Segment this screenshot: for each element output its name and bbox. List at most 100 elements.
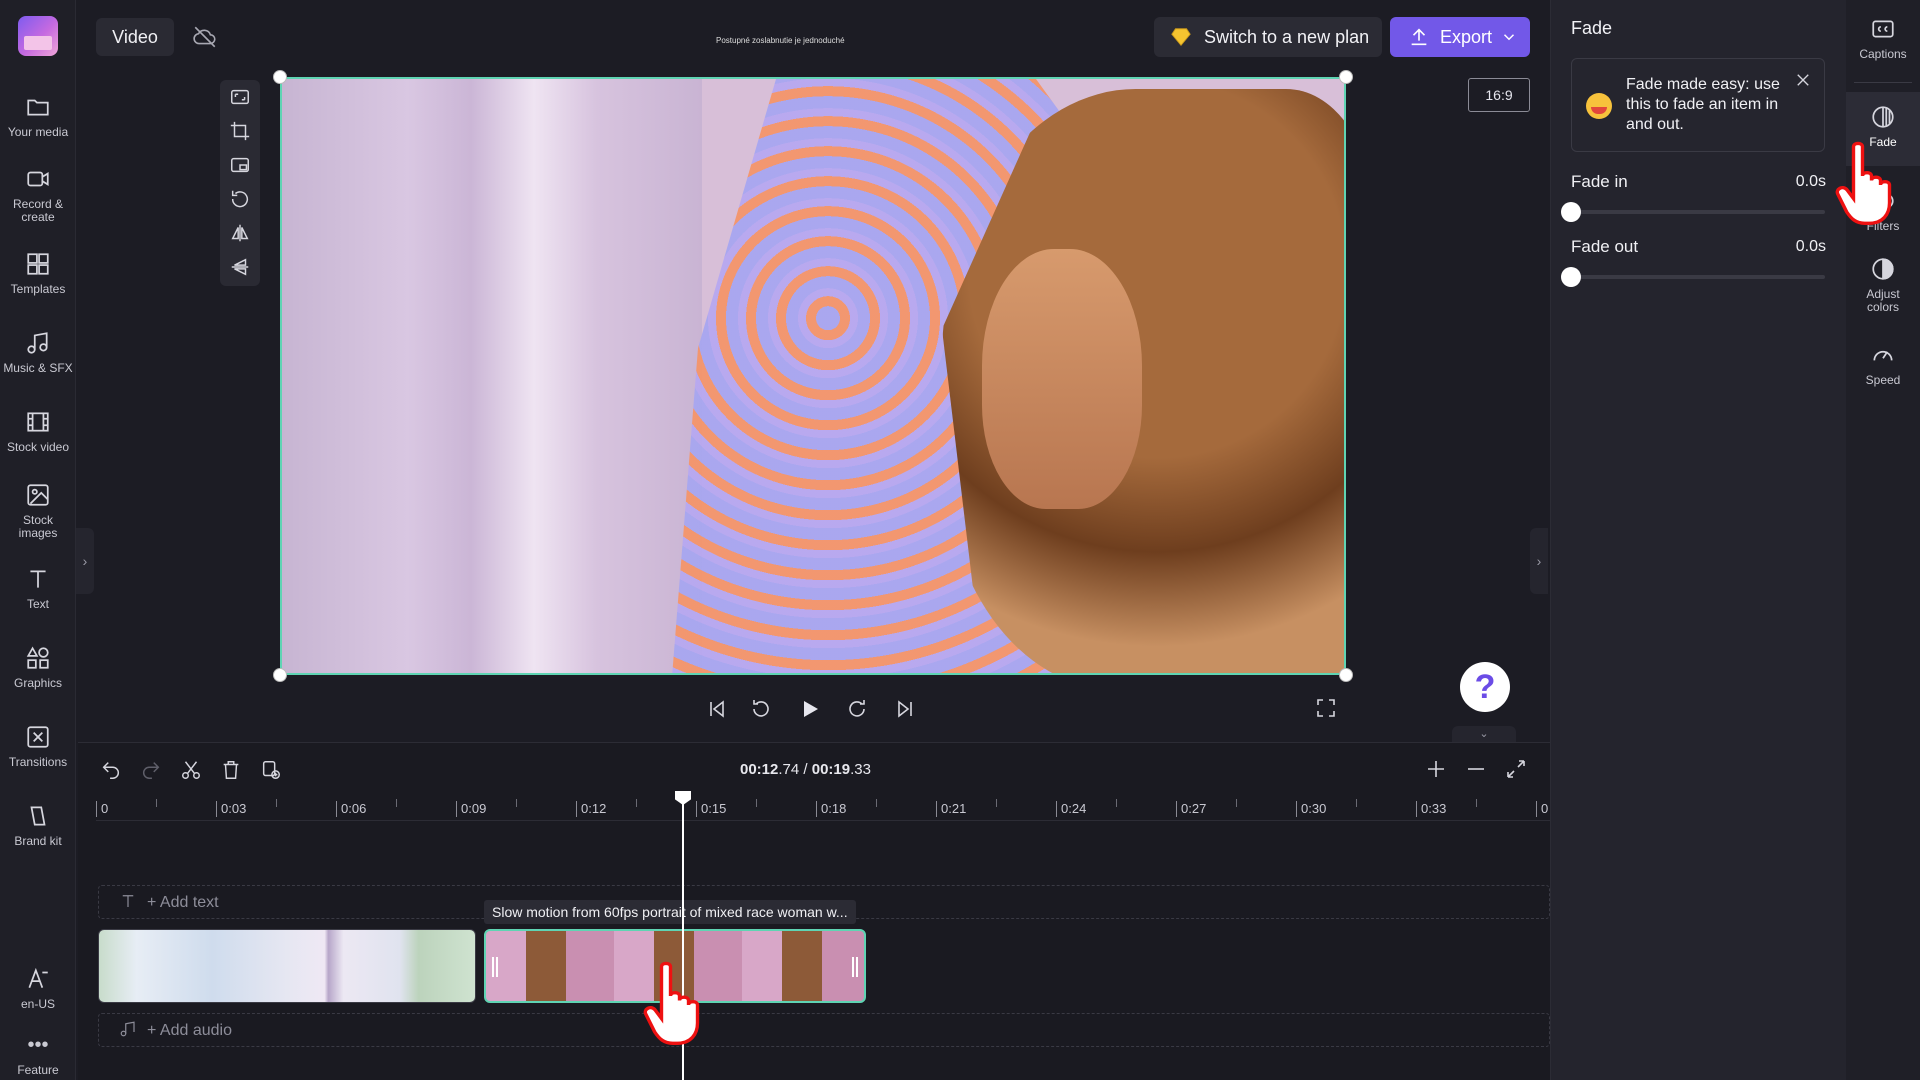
rail-divider [1854, 82, 1912, 83]
ruler-minor-tick [276, 799, 277, 807]
rotate-icon[interactable] [220, 182, 260, 216]
sidebar-item-label: Stock images [18, 513, 58, 540]
ruler-tick-label: 0:30 [1296, 801, 1326, 817]
rail-item-label: Adjust colors [1866, 287, 1900, 314]
ruler-minor-tick [1236, 799, 1237, 807]
crop-icon[interactable] [220, 114, 260, 148]
sidebar-item-brand-kit[interactable]: Brand kit [0, 803, 76, 848]
flip-horizontal-icon[interactable] [220, 216, 260, 250]
skip-back-button[interactable] [700, 692, 734, 726]
sidebar-item-graphics[interactable]: Graphics [0, 645, 76, 690]
image-icon [25, 482, 51, 508]
preview-background [282, 79, 702, 673]
resize-handle[interactable] [273, 70, 287, 84]
captions-icon [1872, 20, 1894, 38]
rail-item-captions[interactable]: Captions [1846, 16, 1920, 61]
export-button[interactable]: Export [1390, 17, 1530, 57]
collapse-right-panel-button[interactable]: › [1530, 528, 1548, 594]
switch-plan-button[interactable]: Switch to a new plan [1154, 17, 1382, 57]
sidebar-item-music-sfx[interactable]: Music & SFX [0, 330, 76, 375]
zoom-out-icon[interactable] [1464, 757, 1488, 781]
forward-button[interactable] [840, 692, 874, 726]
aspect-ratio-button[interactable]: 16:9 [1468, 78, 1530, 112]
expand-left-panel-button[interactable]: › [76, 528, 94, 594]
clip-trim-handle-right[interactable] [852, 957, 858, 977]
rail-item-adjust-colors[interactable]: Adjust colors [1846, 256, 1920, 314]
project-title[interactable]: Postupné zoslabnutie je jednoduché [716, 36, 845, 45]
sidebar-item-record-create[interactable]: Record & create [0, 166, 76, 224]
ruler-tick-label: 0 [96, 801, 108, 817]
ruler-minor-tick [516, 799, 517, 807]
text-icon [122, 895, 134, 907]
sidebar-item-text[interactable]: Text [0, 566, 76, 611]
duplicate-button[interactable] [258, 757, 284, 783]
sidebar-item-stock-video[interactable]: Stock video [0, 409, 76, 454]
fullscreen-icon[interactable] [1314, 696, 1338, 720]
sidebar-item-your-media[interactable]: Your media [0, 94, 76, 139]
sidebar-item-label: Record & create [12, 197, 64, 224]
zoom-controls [1424, 757, 1528, 781]
resize-handle[interactable] [1339, 70, 1353, 84]
ruler-minor-tick [1476, 799, 1477, 807]
cloud-off-icon[interactable] [192, 24, 218, 50]
smile-emoji-icon [1586, 93, 1612, 119]
delete-button[interactable] [218, 757, 244, 783]
undo-button[interactable] [98, 757, 124, 783]
rail-item-speed[interactable]: Speed [1846, 342, 1920, 387]
hand-cursor-icon [643, 961, 700, 1045]
sidebar-item-templates[interactable]: Templates [0, 251, 76, 296]
panel-title: Fade [1571, 18, 1613, 38]
sidebar-item-label: Stock video [6, 440, 70, 454]
split-button[interactable] [178, 757, 204, 783]
ruler-tick-label: 0:27 [1176, 801, 1206, 817]
film-icon [25, 409, 51, 435]
hand-cursor-icon [1835, 141, 1892, 225]
ruler-tick-label: 0:03 [216, 801, 246, 817]
collapse-timeline-button[interactable]: ⌄ [1452, 726, 1516, 742]
close-icon[interactable] [1794, 71, 1812, 89]
fit-icon[interactable] [220, 80, 260, 114]
resize-handle[interactable] [273, 668, 287, 682]
fade-out-slider[interactable] [1561, 267, 1825, 287]
speed-icon [1873, 350, 1893, 361]
resize-handle[interactable] [1339, 668, 1353, 682]
redo-button[interactable] [138, 757, 164, 783]
sidebar-item-transitions[interactable]: Transitions [0, 724, 76, 769]
help-button[interactable]: ? [1460, 662, 1510, 712]
video-clip[interactable] [98, 929, 476, 1003]
video-tab[interactable]: Video [96, 18, 174, 56]
add-audio-track[interactable]: + Add audio [98, 1013, 1550, 1047]
fade-in-slider-thumb[interactable] [1561, 202, 1581, 222]
total-time-fraction: .33 [850, 761, 871, 778]
timeline-ruler[interactable]: 0 0:03 0:06 0:09 0:12 0:15 0:18 0:21 0:24 0:27 0:3… [96, 795, 1550, 821]
zoom-in-icon[interactable] [1424, 757, 1448, 781]
ruler-tick-label: 0:15 [696, 801, 726, 817]
pip-icon[interactable] [220, 148, 260, 182]
app-logo[interactable] [18, 16, 58, 56]
adjust-icon [1872, 258, 1894, 280]
skip-forward-button[interactable] [888, 692, 922, 726]
upload-icon [1411, 28, 1427, 46]
play-button[interactable] [792, 692, 826, 726]
video-preview[interactable] [280, 77, 1346, 675]
fade-in-slider[interactable] [1561, 202, 1825, 222]
diamond-icon [1171, 28, 1191, 46]
ruler-tick-label: 0:12 [576, 801, 606, 817]
add-audio-label: + Add audio [147, 1022, 232, 1039]
ruler-minor-tick [636, 799, 637, 807]
rail-item-label: Speed [1865, 373, 1901, 387]
feature-button[interactable]: ••• Feature [0, 1035, 76, 1077]
fade-out-slider-thumb[interactable] [1561, 267, 1581, 287]
trash-icon [223, 761, 239, 779]
total-time: 00:19 [811, 761, 851, 778]
folder-icon [25, 94, 51, 120]
transition-icon [25, 724, 51, 750]
rewind-button[interactable] [744, 692, 778, 726]
language-button[interactable]: en-US [0, 966, 76, 1011]
fade-tip-text: Fade made easy: use this to fade an item… [1626, 76, 1780, 133]
sidebar-item-label: Feature [17, 1063, 59, 1077]
clip-trim-handle-left[interactable] [492, 957, 498, 977]
fit-timeline-icon[interactable] [1504, 757, 1528, 781]
sidebar-item-stock-images[interactable]: Stock images [0, 482, 76, 540]
flip-vertical-icon[interactable] [220, 250, 260, 284]
